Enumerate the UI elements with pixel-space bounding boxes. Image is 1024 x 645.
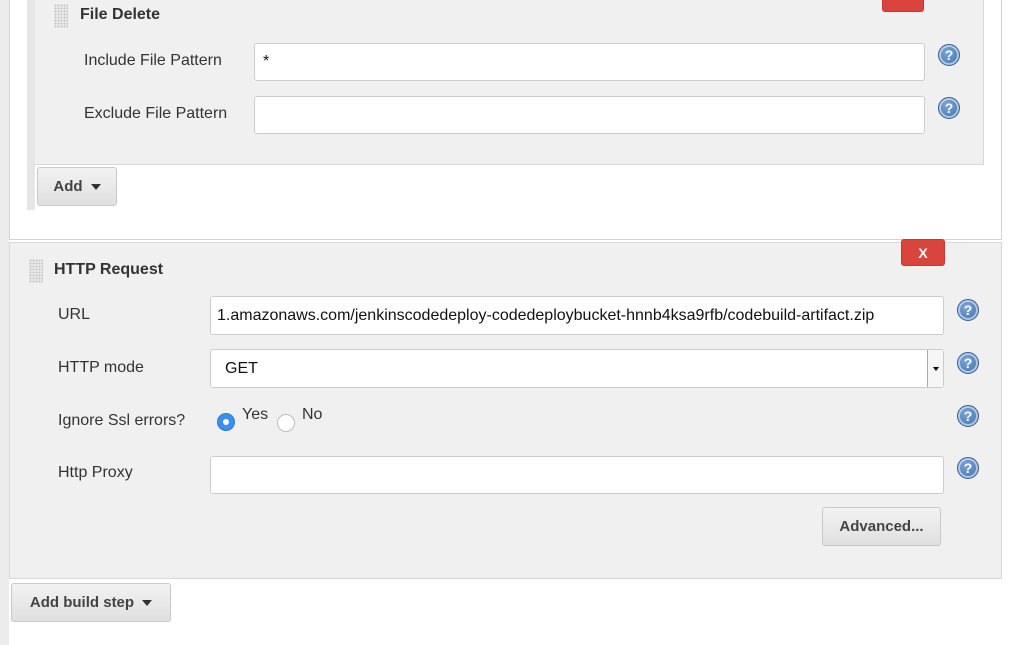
exclude-file-pattern-label: Exclude File Pattern — [84, 105, 228, 122]
include-file-pattern-help-icon[interactable]: ? — [938, 44, 960, 66]
http-proxy-help-icon[interactable]: ? — [957, 457, 979, 479]
file-delete-panel — [27, 0, 984, 165]
chevron-down-icon — [142, 599, 153, 606]
add-build-step-button[interactable]: Add build step — [11, 583, 171, 622]
include-file-pattern-input[interactable]: * — [254, 43, 925, 81]
http-mode-selected-value: GET — [225, 359, 258, 377]
http-request-delete-button[interactable]: X — [901, 239, 945, 266]
http-request-drag-handle[interactable] — [29, 259, 43, 283]
add-build-step-label: Add build step — [29, 594, 135, 611]
ssl-no-radio[interactable] — [277, 414, 295, 432]
http-mode-select[interactable]: GET — [210, 349, 944, 388]
ssl-yes-radio[interactable] — [217, 413, 235, 431]
advanced-button[interactable]: Advanced... — [822, 507, 941, 546]
add-button-label: Add — [53, 178, 83, 195]
ignore-ssl-help-icon[interactable]: ? — [957, 405, 979, 427]
http-request-title: HTTP Request — [54, 261, 164, 278]
http-proxy-input[interactable] — [210, 456, 944, 494]
file-delete-delete-button[interactable] — [882, 0, 924, 12]
file-delete-inner-strip — [27, 165, 35, 210]
bottom-left-strip — [0, 579, 9, 645]
url-input[interactable]: 1.amazonaws.com/jenkinscodedeploy-codede… — [210, 296, 944, 335]
chevron-down-icon — [90, 183, 101, 190]
http-proxy-label: Http Proxy — [58, 464, 133, 481]
add-file-delete-button[interactable]: Add — [37, 167, 117, 206]
file-delete-title: File Delete — [80, 6, 161, 23]
exclude-file-pattern-input[interactable] — [254, 96, 925, 134]
file-delete-drag-handle[interactable] — [54, 4, 68, 28]
url-label: URL — [58, 306, 91, 323]
advanced-button-label: Advanced... — [839, 518, 924, 535]
ssl-yes-label: Yes — [242, 406, 269, 423]
ignore-ssl-errors-label: Ignore Ssl errors? — [58, 412, 186, 429]
http-mode-help-icon[interactable]: ? — [957, 352, 979, 374]
include-file-pattern-label: Include File Pattern — [84, 52, 222, 69]
ssl-no-label: No — [302, 406, 323, 423]
dropdown-arrow-icon[interactable] — [927, 350, 943, 387]
left-edge-strip — [0, 0, 9, 579]
http-mode-label: HTTP mode — [58, 359, 144, 376]
url-help-icon[interactable]: ? — [957, 299, 979, 321]
exclude-file-pattern-help-icon[interactable]: ? — [938, 97, 960, 119]
